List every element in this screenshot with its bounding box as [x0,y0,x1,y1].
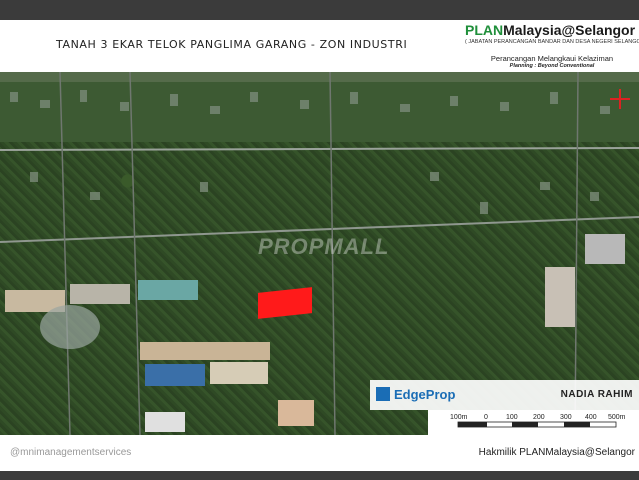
factory-roofs-2 [145,364,205,386]
scale-label: 0 [484,414,488,421]
scale-label: 500m [608,414,626,421]
planmalaysia-brand: PLANMalaysia@Selangor ( JABATAN PERANCAN… [465,22,639,69]
brand-tagline: Planning : Beyond Conventional [509,63,595,69]
edgeprop-logo: EdgeProp [394,387,456,402]
warehouse [145,412,185,432]
brand-department: ( JABATAN PERANCANGAN BANDAR DAN DESA NE… [465,39,639,45]
scale-segment [564,422,590,427]
propmall-watermark: PROPMALL [258,234,390,259]
scale-label: 300 [560,414,572,421]
northern-settlement [0,72,639,82]
scale-segment [458,422,487,427]
cleared-land-4 [210,362,268,384]
scale-segment [512,422,538,427]
smoke-haze [40,305,100,349]
map-footer: @mnimanagementservices Hakmilik PLANMala… [0,435,639,471]
edgeprop-overlay: EdgeProp NADIA RAHIM [370,380,639,410]
top-frame-bar [0,0,639,20]
cleared-land-3 [140,342,270,360]
residential-strip-north [0,72,639,142]
factory-roofs-1 [138,280,198,300]
scale-label: 100m [450,414,468,421]
agent-name: NADIA RAHIM [560,389,633,400]
social-handle: @mnimanagementservices [10,447,132,458]
main-road [0,147,639,151]
map-header: TANAH 3 EKAR TELOK PANGLIMA GARANG - ZON… [0,20,639,72]
industrial-building [585,234,625,264]
scale-label: 200 [533,414,545,421]
scale-bar-graphic: 100m 0 100 200 300 400 500m [450,414,626,428]
copyright-notice: Hakmilik PLANMalaysia@Selangor [478,447,635,458]
brand-slogan: Perancangan Melangkaui Kelaziman [490,54,614,63]
cleared-land-5 [278,400,314,426]
scale-label: 100 [506,414,518,421]
map-title: TANAH 3 EKAR TELOK PANGLIMA GARANG - ZON… [56,38,408,51]
brand-logo: PLANMalaysia@Selangor [465,22,636,38]
bottom-frame-bar [0,471,639,480]
cleared-land-2 [70,284,130,304]
scale-label: 400 [585,414,597,421]
scale-bar: 100m 0 100 200 300 400 500m [428,410,639,435]
edgeprop-logo-icon [376,387,390,401]
industrial-lots [545,267,575,327]
